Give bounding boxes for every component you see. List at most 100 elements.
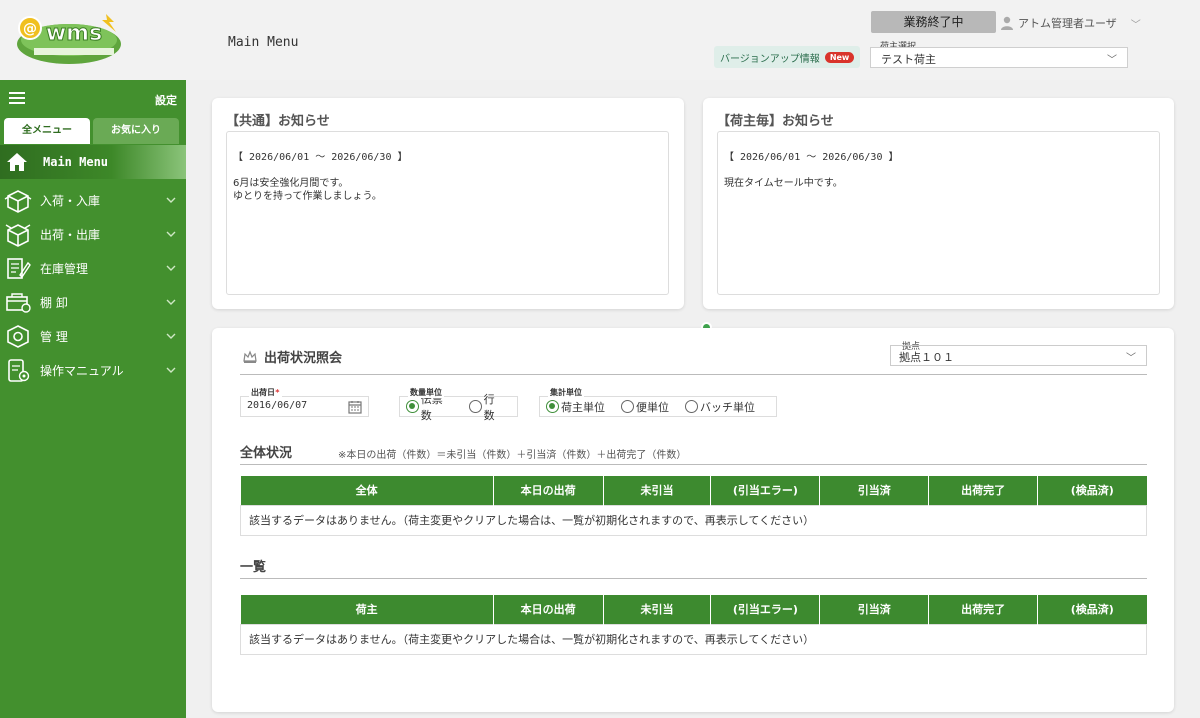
inventory-icon xyxy=(7,258,31,279)
sidebar-item-label: 在庫管理 xyxy=(40,261,89,276)
col-header[interactable]: 引当済 xyxy=(819,595,930,624)
sidebar-item-label: 棚 卸 xyxy=(40,295,68,310)
ship-date-value: 2016/06/07 xyxy=(247,400,308,411)
crown-icon xyxy=(243,349,257,363)
version-up-info-button[interactable]: バージョンアップ情報 New xyxy=(714,46,861,68)
col-header[interactable]: (引当エラー) xyxy=(710,476,821,505)
tab-favorites[interactable]: お気に入り xyxy=(93,118,179,144)
page-title: Main Menu xyxy=(228,35,299,50)
shipper-notice-title: 【荷主毎】お知らせ xyxy=(717,114,834,129)
notice-period: 【 2026/06/01 ～ 2026/06/30 】 xyxy=(724,152,899,163)
sidebar-item-shipping[interactable]: 出荷・出庫 xyxy=(0,217,186,251)
col-header[interactable]: 本日の出荷 xyxy=(493,476,604,505)
overall-status-title: 全体状況 xyxy=(240,446,293,461)
radio-icon xyxy=(468,400,482,413)
radio-label: 行数 xyxy=(483,392,495,422)
settings-link[interactable]: 設定 xyxy=(155,92,177,108)
sidebar-item-label: 操作マニュアル xyxy=(40,363,124,378)
radio-batch-unit[interactable]: バッチ単位 xyxy=(685,399,755,415)
aggregate-unit-group: 集計単位 荷主単位 便単位 バッチ単位 xyxy=(539,387,777,417)
shipper-list-table: 荷主 本日の出荷 未引当 (引当エラー) 引当済 出荷完了 (検品済) 該当する… xyxy=(240,595,1147,655)
radio-label: 便単位 xyxy=(636,400,669,414)
col-header[interactable]: (検品済) xyxy=(1037,476,1147,505)
user-icon xyxy=(1001,16,1013,30)
radio-flight-unit[interactable]: 便単位 xyxy=(621,399,669,415)
list-title: 一覧 xyxy=(240,560,267,575)
col-header[interactable]: 全体 xyxy=(240,476,494,505)
top-header: @ wms Main Menu 業務終了中 アトム管理者ユーザ ﹀ バージョンア… xyxy=(0,0,1200,80)
wms-logo[interactable]: @ wms xyxy=(14,10,124,66)
empty-message: 該当するデータはありません。（荷主変更やクリアした場合は、一覧が初期化されますの… xyxy=(240,504,1147,536)
stocktake-icon xyxy=(6,293,31,313)
col-header[interactable]: 本日の出荷 xyxy=(493,595,604,624)
divider xyxy=(240,578,1147,579)
divider xyxy=(240,374,1147,375)
sidebar-item-label: Main Menu xyxy=(43,155,109,169)
shipper-value: テスト荷主 xyxy=(881,53,936,66)
col-header[interactable]: 出荷完了 xyxy=(928,476,1039,505)
svg-text:wms: wms xyxy=(46,21,102,46)
notice-body: 現在タイムセール中です。 xyxy=(724,178,843,189)
notice-body: 6月は安全強化月間です。 ゆとりを持って作業しましょう。 xyxy=(233,178,382,202)
chevron-down-icon: ﹀ xyxy=(1126,353,1136,364)
radio-label: バッチ単位 xyxy=(700,400,755,414)
col-header[interactable]: (引当エラー) xyxy=(710,595,821,624)
shipper-notice-box[interactable]: 【 2026/06/01 ～ 2026/06/30 】 現在タイムセール中です。 xyxy=(717,131,1160,295)
sidebar-item-receiving[interactable]: 入荷・入庫 xyxy=(0,183,186,217)
divider xyxy=(240,464,1147,465)
required-mark: * xyxy=(275,388,280,397)
shipping-status-panel: 出荷状況照会 拠点 拠点１０１ ﹀ 出荷日* 2016/06/07 数量単位 伝… xyxy=(212,328,1174,712)
new-badge: New xyxy=(824,51,855,63)
chevron-down-icon: ﹀ xyxy=(1107,55,1117,66)
radio-icon xyxy=(685,400,698,413)
col-header[interactable]: 引当済 xyxy=(819,476,930,505)
box-in-icon xyxy=(4,190,32,213)
sidebar-item-label: 管 理 xyxy=(40,329,68,344)
sidebar-item-stocktake[interactable]: 棚 卸 xyxy=(0,285,186,319)
empty-message: 該当するデータはありません。（荷主変更やクリアした場合は、一覧が初期化されますの… xyxy=(240,623,1147,655)
formula-note: ※本日の出荷（件数）＝未引当（件数）＋引当済（件数）＋出荷完了（件数） xyxy=(338,450,687,461)
shipper-notice-panel: 【荷主毎】お知らせ 【 2026/06/01 ～ 2026/06/30 】 現在… xyxy=(703,98,1174,309)
manual-icon xyxy=(8,359,30,382)
radio-line-count[interactable]: 行数 xyxy=(468,391,505,423)
base-select[interactable]: 拠点１０１ ﹀ xyxy=(890,345,1147,366)
calendar-icon[interactable] xyxy=(348,400,362,414)
ship-date-label: 出荷日* xyxy=(249,387,282,398)
sidebar-item-admin[interactable]: 管 理 xyxy=(0,319,186,353)
chevron-down-icon: ﹀ xyxy=(1130,19,1141,31)
base-value: 拠点１０１ xyxy=(899,351,954,364)
quantity-unit-group: 数量単位 伝票数 行数 xyxy=(399,387,518,422)
sidebar-item-inventory[interactable]: 在庫管理 xyxy=(0,251,186,285)
col-header[interactable]: 未引当 xyxy=(603,595,712,624)
chevron-down-icon xyxy=(166,367,176,373)
user-name: アトム管理者ユーザ xyxy=(1018,17,1117,30)
box-out-icon xyxy=(5,224,31,247)
common-notice-box[interactable]: 【 2026/06/01 ～ 2026/06/30 】 6月は安全強化月間です。… xyxy=(226,131,669,295)
chevron-down-icon xyxy=(166,299,176,305)
shipping-status-title: 出荷状況照会 xyxy=(242,347,342,366)
col-header[interactable]: 荷主 xyxy=(240,595,494,624)
quantity-unit-label: 数量単位 xyxy=(408,387,444,398)
radio-shipper-unit[interactable]: 荷主単位 xyxy=(546,399,605,415)
admin-icon xyxy=(7,325,29,348)
chevron-down-icon xyxy=(166,265,176,271)
user-menu[interactable]: アトム管理者ユーザ ﹀ xyxy=(1000,13,1141,33)
radio-selected-icon xyxy=(406,400,419,413)
radio-selected-icon xyxy=(546,400,559,413)
sidebar-item-main-menu[interactable]: Main Menu xyxy=(0,145,186,179)
sidebar-tabs: 全メニュー お気に入り xyxy=(4,118,179,144)
end-work-button[interactable]: 業務終了中 xyxy=(871,11,996,33)
sidebar-item-manual[interactable]: 操作マニュアル xyxy=(0,353,186,387)
tab-all-menu[interactable]: 全メニュー xyxy=(4,118,90,144)
chevron-down-icon xyxy=(166,231,176,237)
aggregate-unit-label: 集計単位 xyxy=(548,387,584,398)
col-header[interactable]: 未引当 xyxy=(603,476,712,505)
col-header[interactable]: (検品済) xyxy=(1037,595,1147,624)
shipper-select[interactable]: テスト荷主 ﹀ xyxy=(870,47,1128,68)
notice-period: 【 2026/06/01 ～ 2026/06/30 】 xyxy=(233,152,408,163)
chevron-down-icon xyxy=(166,333,176,339)
ship-date-field[interactable]: 出荷日* 2016/06/07 xyxy=(240,387,369,417)
hamburger-menu-icon[interactable] xyxy=(9,92,25,104)
col-header[interactable]: 出荷完了 xyxy=(928,595,1039,624)
chevron-down-icon xyxy=(166,197,176,203)
